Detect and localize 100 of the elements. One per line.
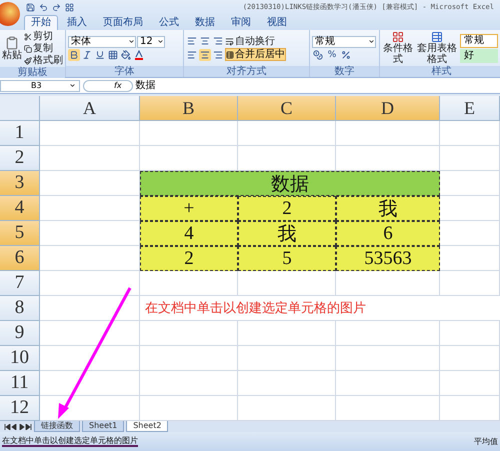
- worksheet-cell[interactable]: [40, 271, 140, 296]
- sheet-tab[interactable]: 链接函数: [34, 421, 80, 432]
- grid-icon[interactable]: [65, 2, 74, 12]
- row-header[interactable]: 6: [0, 246, 40, 271]
- worksheet-cell[interactable]: [440, 121, 500, 146]
- percent-button[interactable]: %: [325, 48, 339, 60]
- worksheet-cell[interactable]: [336, 321, 440, 346]
- row-header[interactable]: 10: [0, 346, 40, 371]
- sheet-tab[interactable]: Sheet2: [126, 421, 168, 432]
- function-button[interactable]: fx: [83, 80, 133, 92]
- worksheet-cell[interactable]: [140, 346, 238, 371]
- fill-color-icon[interactable]: [120, 48, 132, 60]
- office-button[interactable]: [0, 2, 20, 26]
- worksheet-cell[interactable]: [440, 246, 500, 271]
- redo-icon[interactable]: [52, 2, 61, 12]
- select-all-button[interactable]: [0, 96, 40, 121]
- worksheet-cell[interactable]: [440, 221, 500, 246]
- ribbon-tab[interactable]: 插入: [60, 15, 94, 30]
- row-header[interactable]: 9: [0, 321, 40, 346]
- align-right-icon[interactable]: [212, 48, 224, 60]
- save-icon[interactable]: [26, 2, 35, 12]
- worksheet-cell[interactable]: [140, 321, 238, 346]
- borders-icon[interactable]: [107, 48, 119, 60]
- column-header[interactable]: D: [336, 96, 440, 121]
- ribbon-tab[interactable]: 公式: [152, 15, 186, 30]
- worksheet-cell[interactable]: [440, 371, 500, 396]
- worksheet-cell[interactable]: [238, 371, 336, 396]
- clipboard-icon: [5, 36, 19, 50]
- paste-button[interactable]: 粘贴: [2, 36, 22, 61]
- ribbon-tab[interactable]: 页面布局: [96, 15, 150, 30]
- table-format-button[interactable]: 套用表格格式: [416, 31, 458, 65]
- wrap-text-button[interactable]: 自动换行: [225, 36, 275, 46]
- formula-value: 数据: [136, 80, 156, 92]
- worksheet-cell[interactable]: [440, 346, 500, 371]
- sheet-nav-icon[interactable]: [4, 421, 32, 432]
- worksheet-cell[interactable]: [40, 321, 140, 346]
- cut-button[interactable]: 剪切: [24, 31, 63, 42]
- underline-icon[interactable]: [94, 48, 106, 60]
- worksheet-cell[interactable]: [40, 121, 140, 146]
- row-header[interactable]: 5: [0, 221, 40, 246]
- bold-icon[interactable]: [68, 48, 80, 60]
- ribbon-tab[interactable]: 开始: [24, 15, 58, 30]
- currency-icon[interactable]: [312, 48, 324, 60]
- column-header[interactable]: E: [440, 96, 500, 121]
- worksheet-cell[interactable]: [238, 121, 336, 146]
- group-label: 数字: [310, 66, 379, 77]
- worksheet-cell[interactable]: [440, 321, 500, 346]
- row-header[interactable]: 1: [0, 121, 40, 146]
- worksheet-cell[interactable]: [238, 321, 336, 346]
- row-header[interactable]: 3: [0, 171, 40, 196]
- worksheet-cell[interactable]: [140, 121, 238, 146]
- ribbon-tab[interactable]: 视图: [260, 15, 294, 30]
- worksheet-cell[interactable]: [140, 371, 238, 396]
- ribbon-tab[interactable]: 审阅: [224, 15, 258, 30]
- row-header[interactable]: 11: [0, 371, 40, 396]
- worksheet-cell[interactable]: [336, 271, 440, 296]
- worksheet-cell[interactable]: [140, 271, 238, 296]
- row-header[interactable]: 2: [0, 146, 40, 171]
- worksheet-cell[interactable]: [40, 371, 140, 396]
- column-header[interactable]: C: [238, 96, 336, 121]
- name-box[interactable]: B3: [0, 80, 80, 92]
- table-cell: 4: [140, 221, 238, 246]
- worksheet-cell[interactable]: [440, 271, 500, 296]
- align-left-icon[interactable]: [186, 48, 198, 60]
- worksheet-cell[interactable]: [40, 346, 140, 371]
- row-header[interactable]: 7: [0, 271, 40, 296]
- format-painter-button[interactable]: 格式刷: [24, 55, 63, 66]
- italic-icon[interactable]: [81, 48, 93, 60]
- copy-icon: [24, 44, 32, 52]
- worksheet-cell[interactable]: [440, 171, 500, 196]
- table-cell: 我: [238, 221, 336, 246]
- align-center-icon[interactable]: [199, 48, 211, 60]
- row-header[interactable]: 12: [0, 396, 40, 421]
- column-header[interactable]: B: [140, 96, 238, 121]
- style-cell[interactable]: 常规: [460, 34, 498, 48]
- paintbrush-icon: [24, 56, 32, 64]
- row-header[interactable]: 8: [0, 296, 40, 321]
- worksheet-cell[interactable]: [238, 346, 336, 371]
- ribbon-tab[interactable]: 数据: [188, 15, 222, 30]
- copy-button[interactable]: 复制: [24, 43, 63, 54]
- column-header[interactable]: A: [40, 96, 140, 121]
- worksheet-cell[interactable]: [40, 146, 140, 171]
- worksheet-cell[interactable]: [336, 121, 440, 146]
- row-header[interactable]: 4: [0, 196, 40, 221]
- worksheet-cell[interactable]: [238, 271, 336, 296]
- font-size-field[interactable]: 12: [137, 36, 165, 48]
- number-format-field[interactable]: 常规: [312, 36, 376, 48]
- worksheet-cell[interactable]: [40, 296, 140, 321]
- style-cell[interactable]: 好: [460, 48, 498, 62]
- conditional-format-button[interactable]: 条件格式: [382, 31, 414, 65]
- font-color-icon[interactable]: [133, 48, 145, 60]
- font-name-field[interactable]: 宋体: [68, 36, 136, 48]
- worksheet-cell[interactable]: [440, 196, 500, 221]
- worksheet-cell[interactable]: [336, 346, 440, 371]
- table-header: 数据: [140, 171, 440, 196]
- undo-icon[interactable]: [39, 2, 48, 12]
- sheet-tab[interactable]: Sheet1: [82, 421, 124, 432]
- merge-center-button[interactable]: 合并后居中: [225, 48, 286, 61]
- worksheet-cell[interactable]: [336, 371, 440, 396]
- worksheet-cell[interactable]: [440, 146, 500, 171]
